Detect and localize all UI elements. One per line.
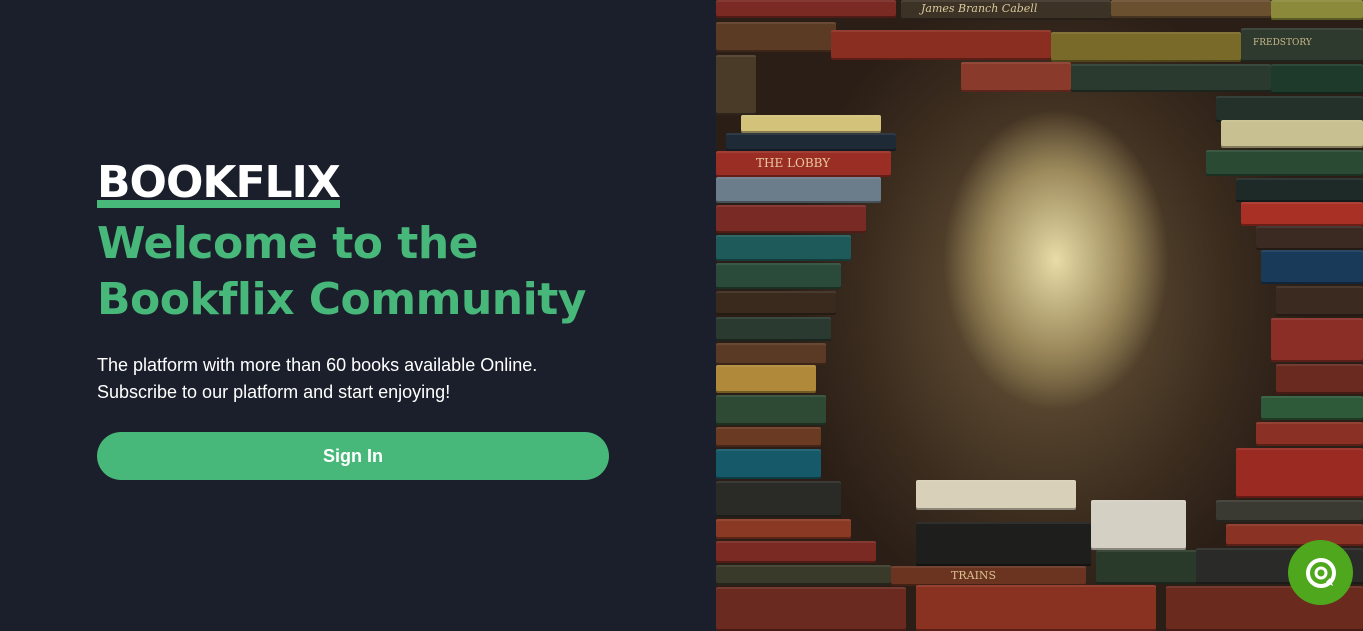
book-spine bbox=[716, 449, 821, 479]
book-spine bbox=[716, 263, 841, 289]
chat-bubble-icon bbox=[1305, 557, 1336, 588]
book-spine bbox=[1206, 150, 1363, 176]
logo-text: BOOKFLIX bbox=[97, 157, 341, 208]
book-spine bbox=[716, 22, 836, 52]
book-spine bbox=[1111, 0, 1271, 18]
book-spine bbox=[1216, 500, 1363, 522]
book-spine bbox=[1226, 524, 1363, 546]
book-spine bbox=[716, 519, 851, 539]
book-spine bbox=[1216, 96, 1363, 122]
book-spine bbox=[1276, 364, 1363, 394]
hero-title-line1: Welcome to the bbox=[97, 218, 479, 269]
book-spine bbox=[716, 365, 816, 393]
book-spine bbox=[1261, 250, 1363, 284]
brand-logo: BOOKFLIX bbox=[97, 157, 341, 208]
book-spine bbox=[1271, 0, 1363, 20]
book-spine bbox=[716, 177, 881, 203]
sign-in-button[interactable]: Sign In bbox=[97, 432, 609, 480]
book-spine bbox=[1271, 318, 1363, 362]
book-spine: THE LOBBY bbox=[716, 151, 891, 177]
hero-desc-line1: The platform with more than 60 books ava… bbox=[97, 355, 538, 375]
book-spine bbox=[716, 235, 851, 261]
book-spine bbox=[716, 587, 906, 631]
spine-text: James Branch Cabell bbox=[921, 2, 1038, 15]
book-spine bbox=[716, 427, 821, 447]
book-spine bbox=[1091, 500, 1186, 550]
book-spine bbox=[726, 133, 896, 151]
book-spine bbox=[916, 480, 1076, 510]
book-spine bbox=[716, 481, 841, 517]
book-spine bbox=[916, 585, 1156, 631]
book-spine bbox=[716, 317, 831, 341]
spine-text: FREDSTORY bbox=[1253, 38, 1312, 48]
book-spine bbox=[916, 522, 1091, 566]
hero-title: Welcome to the Bookflix Community bbox=[97, 216, 617, 328]
book-spine: James Branch Cabell bbox=[901, 0, 1111, 20]
book-spine bbox=[1271, 64, 1363, 94]
book-spine bbox=[716, 565, 891, 585]
book-spine bbox=[1261, 396, 1363, 420]
book-spine bbox=[741, 115, 881, 133]
book-spine bbox=[1071, 64, 1271, 92]
book-spine bbox=[716, 55, 756, 115]
spine-text: THE LOBBY bbox=[756, 156, 831, 170]
chat-button[interactable] bbox=[1288, 540, 1353, 605]
book-spine bbox=[716, 395, 826, 425]
book-spine bbox=[1236, 448, 1363, 498]
hero-description: The platform with more than 60 books ava… bbox=[97, 352, 617, 406]
book-spine bbox=[1256, 422, 1363, 446]
book-spine bbox=[1051, 32, 1241, 62]
book-spine bbox=[716, 205, 866, 233]
hero-desc-line2: Subscribe to our platform and start enjo… bbox=[97, 382, 451, 402]
book-spine: FREDSTORY bbox=[1241, 28, 1363, 62]
book-spine bbox=[1256, 226, 1363, 250]
book-spine bbox=[716, 291, 836, 315]
hero-title-line2: Bookflix Community bbox=[97, 274, 586, 325]
spine-text: TRAINS bbox=[951, 569, 997, 582]
book-spine bbox=[831, 30, 1051, 60]
book-spine bbox=[1221, 120, 1363, 148]
book-spine bbox=[1236, 178, 1363, 202]
book-spine bbox=[961, 62, 1071, 92]
book-spine: TRAINS bbox=[891, 566, 1086, 586]
hero-content: BOOKFLIX Welcome to the Bookflix Communi… bbox=[97, 158, 617, 480]
left-panel: BOOKFLIX Welcome to the Bookflix Communi… bbox=[0, 0, 716, 631]
book-spine bbox=[1276, 286, 1363, 316]
hero-image: James Branch Cabell FREDSTORY THE LOBBY … bbox=[716, 0, 1363, 631]
book-spine bbox=[716, 0, 896, 18]
book-spine bbox=[716, 343, 826, 365]
book-spine bbox=[1241, 202, 1363, 226]
book-spine bbox=[716, 541, 876, 563]
